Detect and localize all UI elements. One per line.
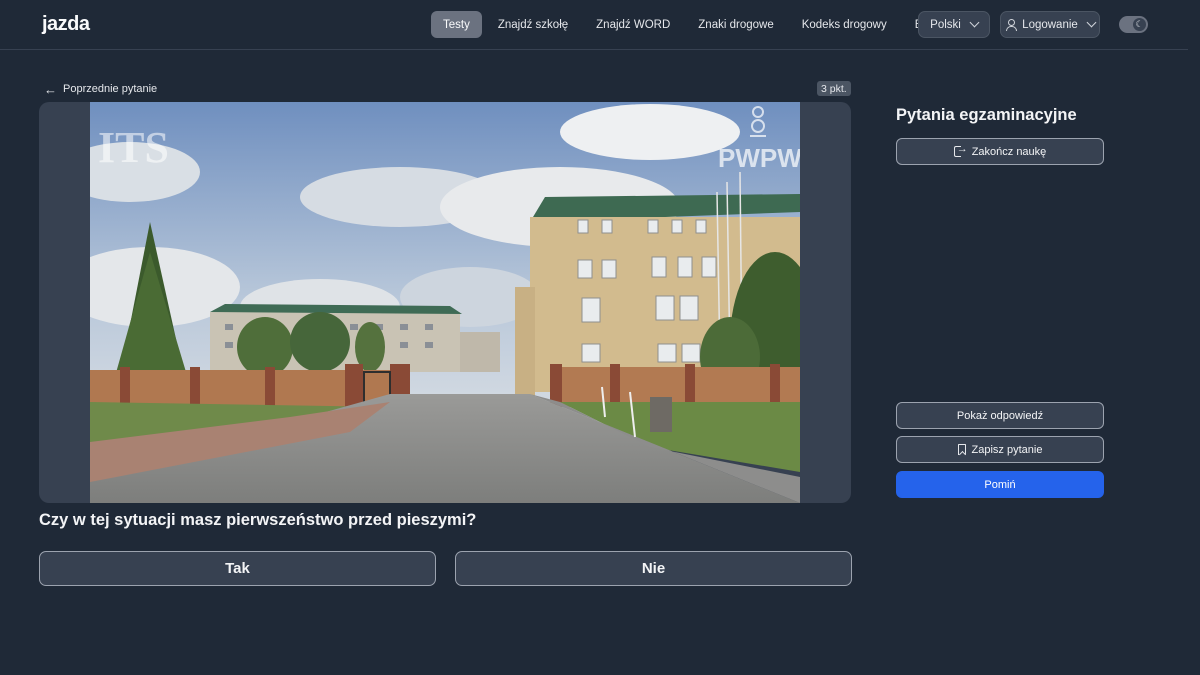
watermark-its: ITS xyxy=(98,123,169,172)
answer-yes-button[interactable]: Tak xyxy=(39,551,436,586)
language-label: Polski xyxy=(930,18,961,31)
nav-item-road-signs[interactable]: Znaki drogowe xyxy=(686,11,785,38)
top-navbar: jazda Testy Znajdź szkołę Znajdź WORD Zn… xyxy=(0,0,1188,50)
save-question-button[interactable]: Zapisz pytanie xyxy=(896,436,1104,463)
end-learning-button[interactable]: Zakończ naukę xyxy=(896,138,1104,165)
previous-question-link[interactable]: ← Poprzednie pytanie xyxy=(44,80,157,98)
question-image: ITS PWPW xyxy=(90,102,800,503)
question-media: ITS PWPW xyxy=(39,102,851,503)
end-learning-label: Zakończ naukę xyxy=(971,145,1047,158)
bookmark-icon xyxy=(957,444,966,455)
arrow-left-icon: ← xyxy=(44,81,57,97)
language-select[interactable]: Polski xyxy=(918,11,990,38)
main-nav: Testy Znajdź szkołę Znajdź WORD Znaki dr… xyxy=(431,11,954,38)
skip-label: Pomiń xyxy=(984,478,1016,491)
question-text: Czy w tej sytuacji masz pierwszeństwo pr… xyxy=(39,511,477,529)
logo[interactable]: jazda xyxy=(42,12,90,36)
nav-item-find-school[interactable]: Znajdź szkołę xyxy=(486,11,580,38)
watermark-pwpw: PWPW xyxy=(718,143,800,173)
nav-item-road-code[interactable]: Kodeks drogowy xyxy=(790,11,899,38)
nav-item-testy[interactable]: Testy xyxy=(431,11,482,38)
answer-no-button[interactable]: Nie xyxy=(455,551,852,586)
login-label: Logowanie xyxy=(1022,18,1078,31)
points-badge: 3 pkt. xyxy=(817,81,851,96)
chevron-down-icon xyxy=(969,17,980,28)
skip-button[interactable]: Pomiń xyxy=(896,471,1104,498)
previous-question-label: Poprzednie pytanie xyxy=(63,83,158,95)
login-button[interactable]: Logowanie xyxy=(1000,11,1100,38)
show-answer-label: Pokaż odpowiedź xyxy=(956,409,1044,422)
moon-icon: ☾ xyxy=(1133,18,1146,31)
sidebar-title: Pytania egzaminacyjne xyxy=(896,106,1077,124)
exit-icon xyxy=(953,143,968,157)
nav-item-find-word[interactable]: Znajdź WORD xyxy=(584,11,682,38)
save-question-label: Zapisz pytanie xyxy=(971,443,1043,456)
chevron-down-icon xyxy=(1086,17,1097,28)
show-answer-button[interactable]: Pokaż odpowiedź xyxy=(896,402,1104,429)
theme-toggle[interactable]: ☾ xyxy=(1119,16,1148,33)
user-icon xyxy=(1005,19,1018,31)
logo-text: jazda xyxy=(42,12,90,35)
